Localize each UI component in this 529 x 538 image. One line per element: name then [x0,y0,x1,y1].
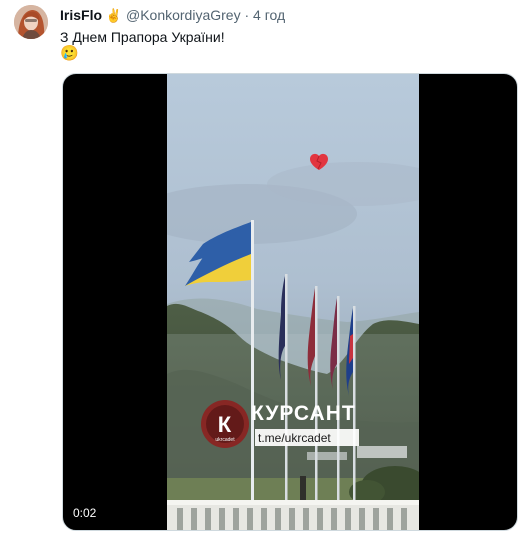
smiling-tear-emoji-icon: 🥲 [60,45,79,62]
watermark-url: t.me/ukrcadet [258,431,331,445]
watermark-logo-sub: ukrcadet [215,437,235,443]
author-handle[interactable]: @KonkordiyaGrey [126,7,241,23]
tweet[interactable]: IrisFlo ✌ @KonkordiyaGrey · 4 год З Днем… [0,0,529,538]
video-duration: 0:02 [73,506,97,520]
avatar[interactable] [14,5,48,39]
tweet-text: З Днем Прапора України! [60,29,225,45]
victory-hand-icon: ✌ [105,8,123,23]
avatar-image [14,5,48,39]
tweet-time[interactable]: 4 год [253,7,285,23]
video-frame: К ukrcadet КУРСАНТ t.me/ukrcadet [167,74,419,530]
separator-dot: · [244,7,250,23]
tweet-header: IrisFlo ✌ @KonkordiyaGrey · 4 год [60,7,285,24]
watermark-logo-icon: К ukrcadet [201,400,249,448]
watermark-logo-letter: К [218,412,232,437]
author-name[interactable]: IrisFlo [60,7,102,23]
video-player[interactable]: К ukrcadet КУРСАНТ t.me/ukrcadet 0:02 [62,73,518,531]
watermark-title: КУРСАНТ [251,402,356,425]
